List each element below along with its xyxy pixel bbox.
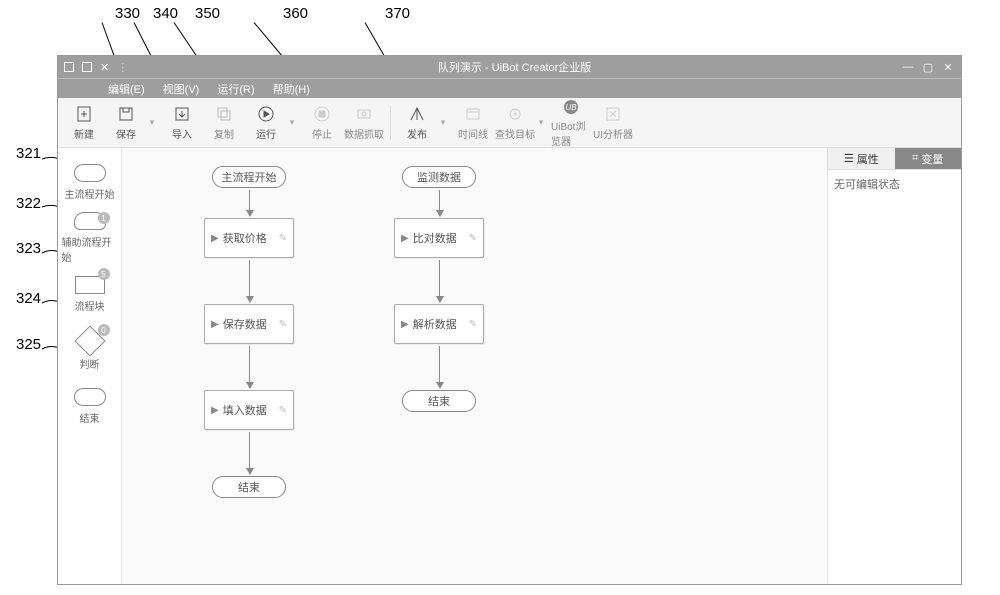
stop-button[interactable]: 停止: [302, 100, 342, 146]
flow-start-1[interactable]: 主流程开始: [212, 166, 286, 188]
edit-icon[interactable]: ✎: [279, 405, 287, 416]
new-button[interactable]: 新建: [64, 100, 104, 146]
flow-block-c1-1[interactable]: ▶获取价格✎: [204, 218, 294, 258]
edit-icon[interactable]: ✎: [279, 233, 287, 244]
titlebar[interactable]: ✕ ⋮ 队列演示 - UiBot Creator企业版 — ▢ ✕: [58, 56, 961, 78]
palette-block[interactable]: 5 流程块: [62, 266, 118, 322]
menu-view[interactable]: 视图(V): [163, 81, 200, 97]
toolbar: 新建 保存 ▾ 导入 复制 运行 ▾ 停止 数据抓取: [58, 98, 961, 148]
tab-variables[interactable]: ⌗变量: [895, 148, 962, 169]
close-button[interactable]: ✕: [941, 61, 955, 74]
edit-icon[interactable]: ✎: [279, 319, 287, 330]
menu-edit[interactable]: 编辑(E): [108, 81, 145, 97]
app-icon: [82, 62, 92, 72]
svg-text:UB: UB: [565, 103, 577, 112]
play-icon[interactable]: ▶: [211, 233, 219, 244]
target-dropdown[interactable]: ▾: [537, 117, 545, 128]
flow-block-c2-2[interactable]: ▶解析数据✎: [394, 304, 484, 344]
close-tab-icon[interactable]: ✕: [100, 61, 109, 74]
save-button[interactable]: 保存: [106, 100, 146, 146]
app-icon: [64, 62, 74, 72]
palette-end[interactable]: 结束: [62, 378, 118, 434]
tab-properties[interactable]: ☰属性: [828, 148, 895, 169]
annot-360: 360: [283, 5, 308, 22]
canvas[interactable]: 主流程开始 ▶获取价格✎ ▶保存数据✎ ▶填入数据✎ 结束 监测数据 ▶比对数据…: [122, 148, 827, 584]
play-icon[interactable]: ▶: [401, 233, 409, 244]
menubar: 编辑(E) 视图(V) 运行(R) 帮助(H): [58, 78, 961, 98]
annot-325: 325: [16, 336, 41, 353]
analyzer-button[interactable]: UI分析器: [593, 100, 633, 146]
menu-help[interactable]: 帮助(H): [273, 81, 310, 97]
list-icon: ☰: [844, 152, 854, 165]
timeline-button[interactable]: 时间线: [453, 100, 493, 146]
capture-button[interactable]: 数据抓取: [344, 100, 384, 146]
window-title: 队列演示 - UiBot Creator企业版: [128, 59, 901, 75]
publish-dropdown[interactable]: ▾: [439, 117, 447, 128]
copy-button[interactable]: 复制: [204, 100, 244, 146]
target-button[interactable]: 查找目标: [495, 100, 535, 146]
palette-aux-start[interactable]: 1 辅助流程开始: [62, 210, 118, 266]
annot-323: 323: [16, 240, 41, 257]
maximize-button[interactable]: ▢: [921, 61, 935, 74]
palette: 主流程开始 1 辅助流程开始 5 流程块 0 判断: [58, 148, 122, 584]
annot-340: 340: [153, 5, 178, 22]
flow-block-c1-3[interactable]: ▶填入数据✎: [204, 390, 294, 430]
annot-330: 330: [115, 5, 140, 22]
flow-end-2[interactable]: 结束: [402, 390, 476, 412]
annot-324: 324: [16, 290, 41, 307]
edit-icon[interactable]: ✎: [469, 319, 477, 330]
save-dropdown[interactable]: ▾: [148, 117, 156, 128]
app-window: ✕ ⋮ 队列演示 - UiBot Creator企业版 — ▢ ✕ 编辑(E) …: [57, 55, 962, 585]
run-dropdown[interactable]: ▾: [288, 117, 296, 128]
annot-370: 370: [385, 5, 410, 22]
palette-decision[interactable]: 0 判断: [62, 322, 118, 378]
var-icon: ⌗: [912, 152, 918, 165]
browser-button[interactable]: UB UiBot浏览器: [551, 100, 591, 146]
menu-run[interactable]: 运行(R): [217, 81, 254, 97]
annot-321: 321: [16, 145, 41, 162]
minimize-button[interactable]: —: [901, 61, 915, 74]
run-button[interactable]: 运行: [246, 100, 286, 146]
panel-body: 无可编辑状态: [828, 170, 961, 584]
annot-322: 322: [16, 195, 41, 212]
flow-end-1[interactable]: 结束: [212, 476, 286, 498]
publish-button[interactable]: 发布: [397, 100, 437, 146]
flow-block-c2-1[interactable]: ▶比对数据✎: [394, 218, 484, 258]
import-button[interactable]: 导入: [162, 100, 202, 146]
edit-icon[interactable]: ✎: [469, 233, 477, 244]
right-panel: ☰属性 ⌗变量 无可编辑状态: [827, 148, 961, 584]
annot-350: 350: [195, 5, 220, 22]
flow-block-c1-2[interactable]: ▶保存数据✎: [204, 304, 294, 344]
play-icon[interactable]: ▶: [211, 319, 219, 330]
palette-main-start[interactable]: 主流程开始: [62, 154, 118, 210]
play-icon[interactable]: ▶: [211, 405, 219, 416]
play-icon[interactable]: ▶: [401, 319, 409, 330]
flow-start-2[interactable]: 监测数据: [402, 166, 476, 188]
